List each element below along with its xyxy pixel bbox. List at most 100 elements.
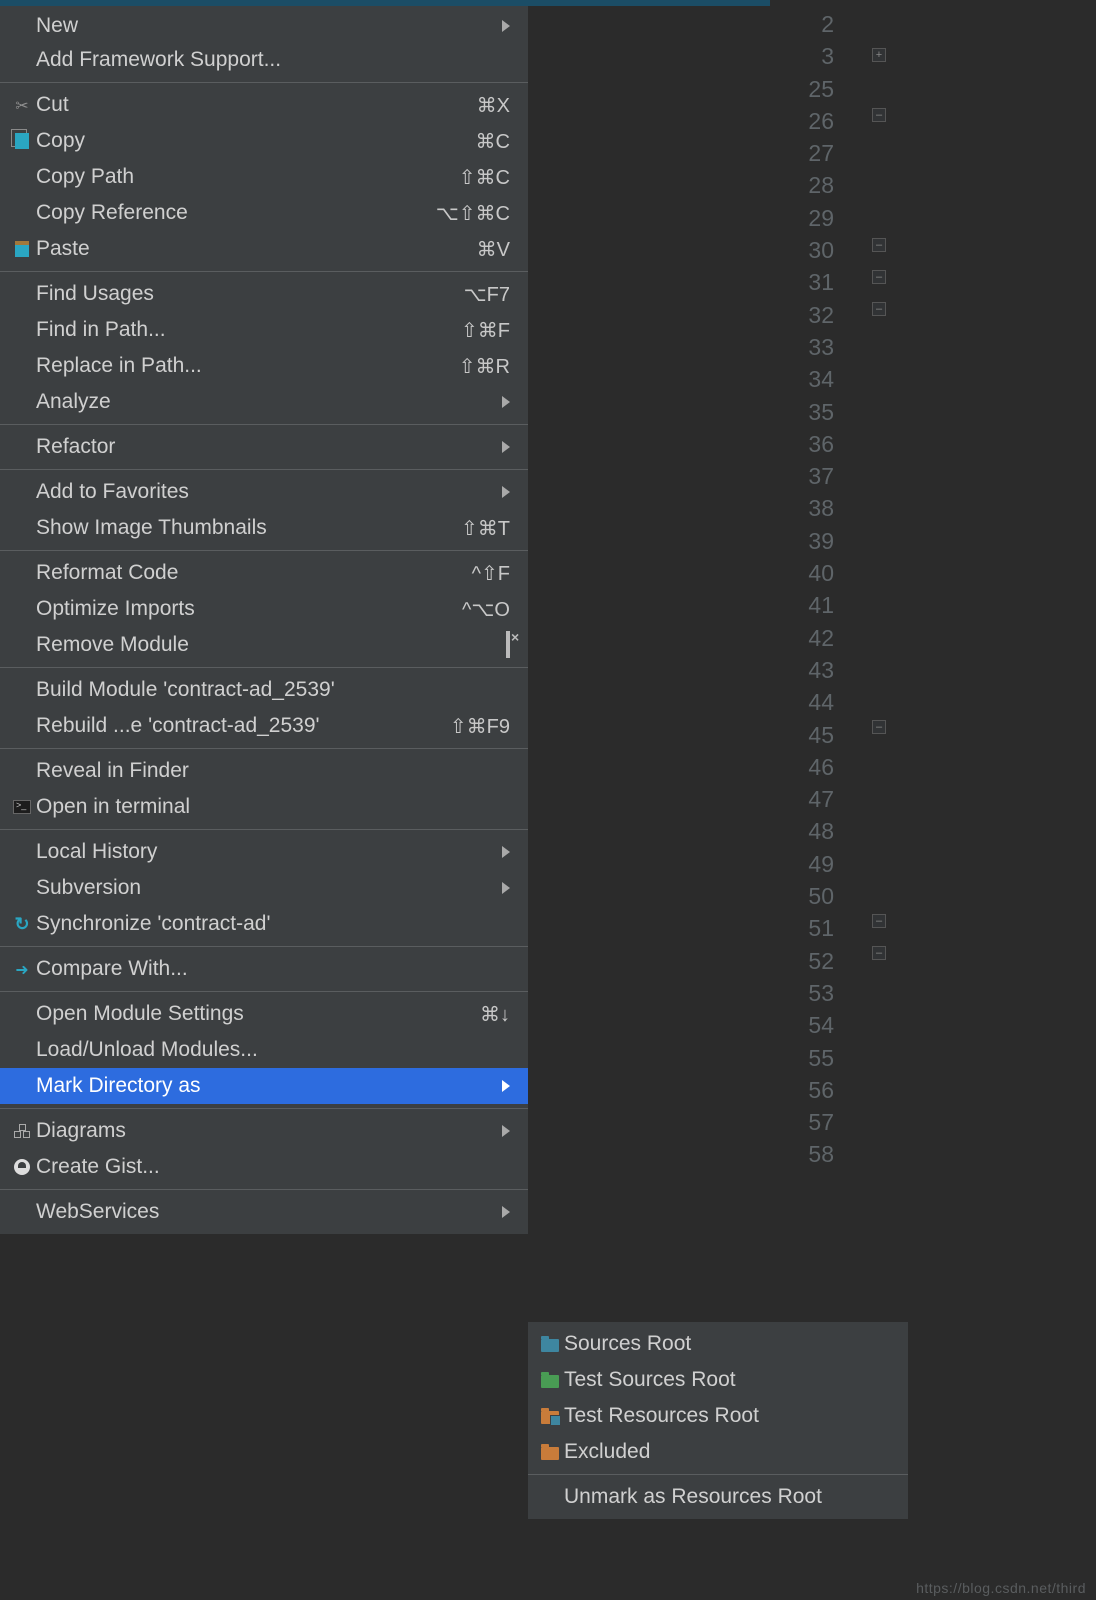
line-number[interactable]: 26 [770, 105, 840, 137]
line-number[interactable]: 32 [770, 299, 840, 331]
line-number[interactable]: 58 [770, 1138, 840, 1170]
fold-marker-icon[interactable]: – [872, 946, 886, 960]
menu-item-label: Add Framework Support... [36, 48, 510, 72]
menu-item-label: Cut [36, 93, 420, 117]
context-menu: NewAdd Framework Support...Cut⌘XCopy⌘CCo… [0, 6, 528, 1234]
line-number[interactable]: 30 [770, 234, 840, 266]
menu-separator [0, 829, 528, 830]
menu-item-rebuild-e-contract-ad-2539[interactable]: Rebuild ...e 'contract-ad_2539'⇧⌘F9 [0, 708, 528, 744]
line-number[interactable]: 57 [770, 1106, 840, 1138]
line-number[interactable]: 47 [770, 783, 840, 815]
menu-item-analyze[interactable]: Analyze [0, 384, 528, 420]
paste-icon [15, 241, 29, 257]
fold-marker-icon[interactable]: – [872, 108, 886, 122]
menu-item-diagrams[interactable]: Diagrams [0, 1113, 528, 1149]
line-number[interactable]: 40 [770, 557, 840, 589]
menu-item-subversion[interactable]: Subversion [0, 870, 528, 906]
fold-marker-icon[interactable]: – [872, 914, 886, 928]
menu-item-optimize-imports[interactable]: Optimize Imports^⌥O [0, 591, 528, 627]
menu-item-open-module-settings[interactable]: Open Module Settings⌘↓ [0, 996, 528, 1032]
line-number[interactable]: 44 [770, 686, 840, 718]
fold-marker-icon[interactable]: + [872, 48, 886, 62]
line-number[interactable]: 45 [770, 719, 840, 751]
menu-item-new[interactable]: New [0, 10, 528, 42]
menu-item-webservices[interactable]: WebServices [0, 1194, 528, 1230]
submenu-item-label: Unmark as Resources Root [564, 1485, 822, 1509]
menu-item-shortcut: ⌥⇧⌘C [420, 201, 510, 226]
submenu-item-test-sources-root[interactable]: Test Sources Root [528, 1362, 908, 1398]
menu-item-shortcut: ⌥F7 [420, 282, 510, 307]
menu-item-refactor[interactable]: Refactor [0, 429, 528, 465]
menu-item-label: Copy Path [36, 165, 420, 189]
line-number[interactable]: 38 [770, 492, 840, 524]
line-number[interactable]: 56 [770, 1074, 840, 1106]
fold-marker-icon[interactable]: – [872, 720, 886, 734]
copy-icon [15, 133, 29, 149]
menu-item-local-history[interactable]: Local History [0, 834, 528, 870]
line-number[interactable]: 54 [770, 1009, 840, 1041]
line-number[interactable]: 2 [770, 8, 840, 40]
menu-item-synchronize-contract-ad[interactable]: Synchronize 'contract-ad' [0, 906, 528, 942]
menu-item-find-usages[interactable]: Find Usages⌥F7 [0, 276, 528, 312]
line-number[interactable]: 51 [770, 912, 840, 944]
menu-item-shortcut: ⌘↓ [420, 1002, 510, 1027]
line-number[interactable]: 34 [770, 363, 840, 395]
fold-marker-icon[interactable]: – [872, 270, 886, 284]
menu-item-show-image-thumbnails[interactable]: Show Image Thumbnails⇧⌘T [0, 510, 528, 546]
menu-item-create-gist[interactable]: Create Gist... [0, 1149, 528, 1185]
line-number[interactable]: 48 [770, 815, 840, 847]
menu-item-copy-reference[interactable]: Copy Reference⌥⇧⌘C [0, 195, 528, 231]
menu-item-cut[interactable]: Cut⌘X [0, 87, 528, 123]
submenu-item-sources-root[interactable]: Sources Root [528, 1326, 908, 1362]
line-number[interactable]: 37 [770, 460, 840, 492]
menu-item-copy[interactable]: Copy⌘C [0, 123, 528, 159]
line-number[interactable]: 35 [770, 396, 840, 428]
line-number[interactable]: 46 [770, 751, 840, 783]
menu-item-paste[interactable]: Paste⌘V [0, 231, 528, 267]
line-number[interactable]: 50 [770, 880, 840, 912]
menu-item-remove-module[interactable]: Remove Module [0, 627, 528, 663]
menu-item-label: New [36, 14, 496, 38]
menu-item-shortcut: ⇧⌘F [420, 318, 510, 343]
line-number[interactable]: 27 [770, 137, 840, 169]
submenu-item-unmark-resources-root[interactable]: Unmark as Resources Root [528, 1479, 908, 1515]
menu-item-build-module-contract-ad-2539[interactable]: Build Module 'contract-ad_2539' [0, 672, 528, 708]
menu-item-replace-in-path[interactable]: Replace in Path...⇧⌘R [0, 348, 528, 384]
watermark-text: https://blog.csdn.net/third [916, 1580, 1086, 1596]
line-number[interactable]: 29 [770, 202, 840, 234]
remove-module-icon [506, 631, 510, 658]
line-number[interactable]: 55 [770, 1042, 840, 1074]
submenu-item-test-resources-root[interactable]: Test Resources Root [528, 1398, 908, 1434]
menu-item-find-in-path[interactable]: Find in Path...⇧⌘F [0, 312, 528, 348]
line-number[interactable]: 53 [770, 977, 840, 1009]
line-number[interactable]: 42 [770, 622, 840, 654]
submenu-arrow-icon [502, 882, 510, 894]
menu-item-copy-path[interactable]: Copy Path⇧⌘C [0, 159, 528, 195]
line-number[interactable]: 49 [770, 848, 840, 880]
line-number[interactable]: 31 [770, 266, 840, 298]
menu-item-compare-with[interactable]: Compare With... [0, 951, 528, 987]
menu-item-label: Copy [36, 129, 420, 153]
line-number[interactable]: 43 [770, 654, 840, 686]
line-number[interactable]: 39 [770, 525, 840, 557]
menu-item-add-framework-support[interactable]: Add Framework Support... [0, 42, 528, 78]
line-number[interactable]: 3 [770, 40, 840, 72]
menu-separator [0, 991, 528, 992]
menu-item-reformat-code[interactable]: Reformat Code^⇧F [0, 555, 528, 591]
compare-icon [15, 957, 28, 981]
menu-item-reveal-in-finder[interactable]: Reveal in Finder [0, 753, 528, 789]
menu-item-add-to-favorites[interactable]: Add to Favorites [0, 474, 528, 510]
menu-item-label: Load/Unload Modules... [36, 1038, 510, 1062]
line-number[interactable]: 33 [770, 331, 840, 363]
menu-item-mark-directory-as[interactable]: Mark Directory as [0, 1068, 528, 1104]
fold-marker-icon[interactable]: – [872, 302, 886, 316]
line-number[interactable]: 52 [770, 945, 840, 977]
menu-item-load-unload-modules[interactable]: Load/Unload Modules... [0, 1032, 528, 1068]
line-number[interactable]: 25 [770, 73, 840, 105]
line-number[interactable]: 41 [770, 589, 840, 621]
submenu-item-excluded[interactable]: Excluded [528, 1434, 908, 1470]
line-number[interactable]: 36 [770, 428, 840, 460]
fold-marker-icon[interactable]: – [872, 238, 886, 252]
menu-item-open-in-terminal[interactable]: Open in terminal [0, 789, 528, 825]
line-number[interactable]: 28 [770, 169, 840, 201]
